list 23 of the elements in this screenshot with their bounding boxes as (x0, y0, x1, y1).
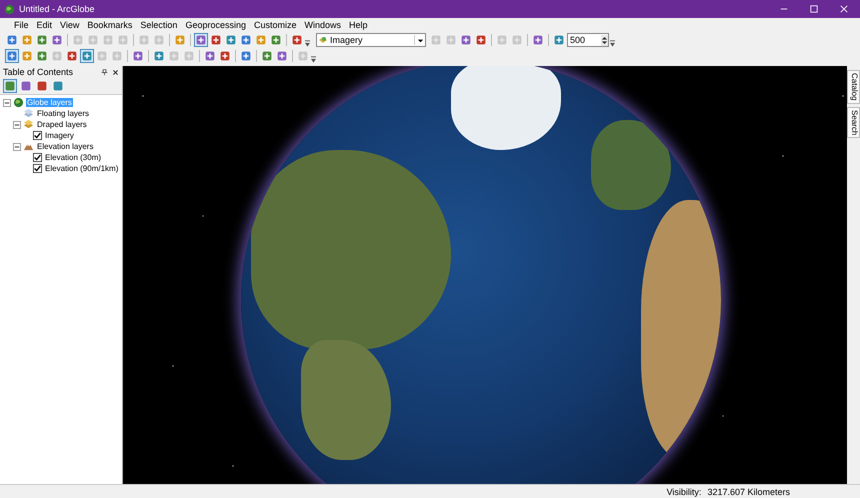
layer-label[interactable]: Elevation layers (36, 142, 94, 151)
menu-item[interactable]: Geoprocessing (181, 20, 250, 30)
menu-item[interactable]: View (56, 20, 84, 30)
layer-label[interactable]: Elevation (90m/1km) (44, 164, 120, 173)
window-title: Untitled - ArcGlobe (19, 4, 95, 14)
menu-item[interactable]: Bookmarks (83, 20, 136, 30)
side-tab[interactable]: Catalog (847, 70, 860, 104)
layer-label[interactable]: Elevation (30m) (44, 153, 102, 162)
menu-item[interactable]: Edit (32, 20, 56, 30)
status-label: Visibility: (666, 486, 702, 496)
number-field[interactable]: 500 (567, 33, 609, 47)
layer-label[interactable]: Imagery (44, 131, 75, 140)
menu-item[interactable]: File (10, 20, 33, 30)
layer-label[interactable]: Draped layers (36, 120, 88, 129)
layer-dropdown[interactable]: Imagery (316, 33, 426, 47)
status-value: 3217.607 Kilometers (707, 486, 790, 496)
menu-item[interactable]: Selection (136, 20, 182, 30)
menu-item[interactable]: Customize (250, 20, 300, 30)
panel-title: Table of Contents (3, 67, 74, 77)
side-tab[interactable]: Search (847, 106, 860, 138)
menu-item[interactable]: Windows (300, 20, 346, 30)
menu-item[interactable]: Help (345, 20, 372, 30)
layer-label[interactable]: Floating layers (36, 109, 90, 118)
